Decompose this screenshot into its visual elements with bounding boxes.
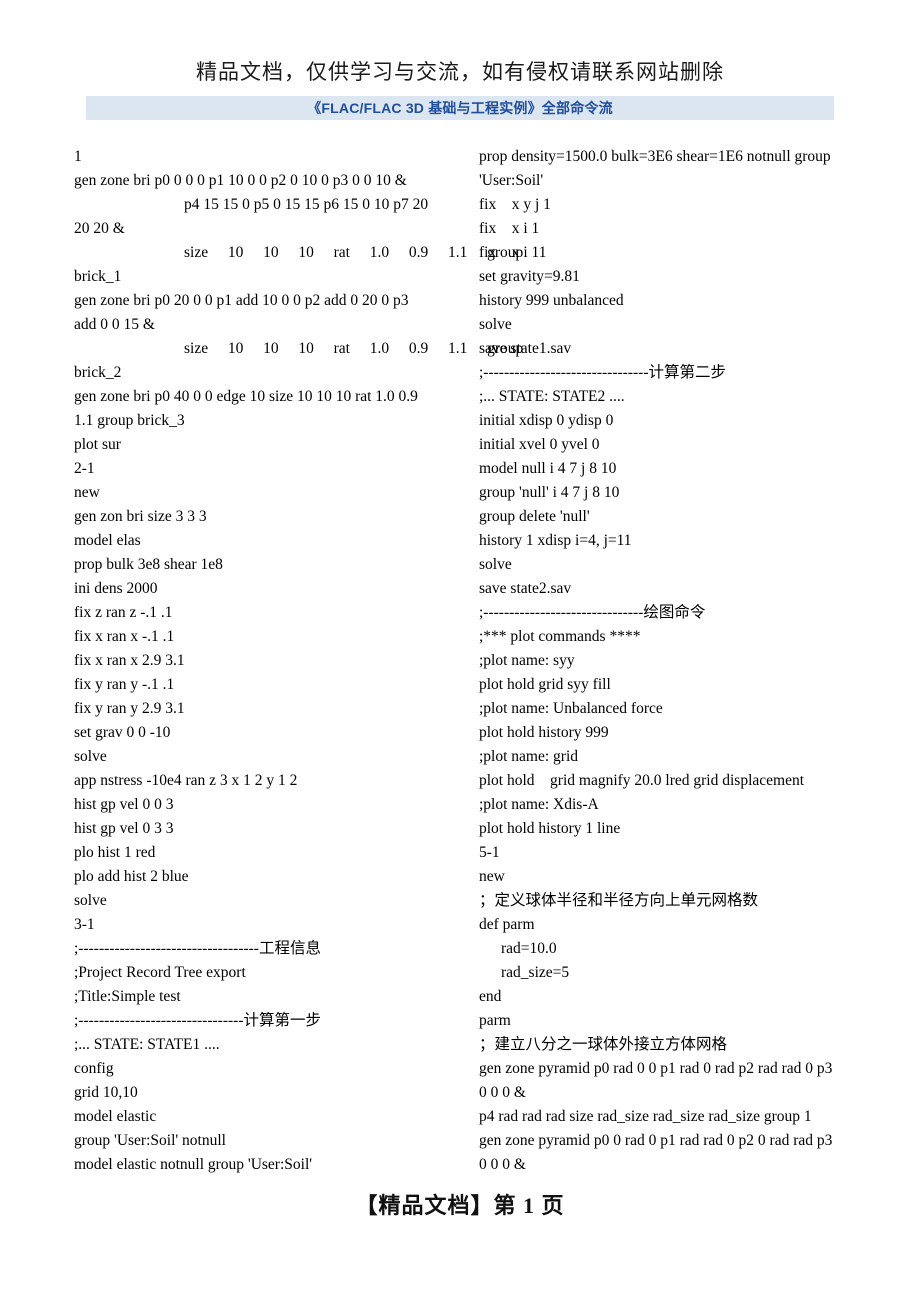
- code-line: 'User:Soil': [479, 172, 544, 189]
- code-line: group delete 'null': [479, 508, 590, 525]
- code-line: fix x i 1: [479, 220, 540, 237]
- code-line: size 10 10 10 rat 1.0 0.9 1.1 group: [184, 244, 524, 261]
- code-line: app nstress -10e4 ran z 3 x 1 2 y 1 2: [74, 772, 298, 789]
- code-line: grid 10,10: [74, 1084, 138, 1101]
- code-line: ;Project Record Tree export: [74, 964, 246, 981]
- code-line: ;... STATE: STATE2 ....: [479, 388, 625, 405]
- code-line: 0 0 0 &: [479, 1084, 526, 1101]
- code-line: group 'User:Soil' notnull: [74, 1132, 226, 1149]
- code-line: ;plot name: Unbalanced force: [479, 700, 663, 717]
- document-page: 精品文档，仅供学习与交流，如有侵权请联系网站删除 《FLAC/FLAC 3D 基…: [0, 0, 920, 1302]
- code-line: fix x y j 1: [479, 196, 551, 213]
- code-line: 1: [74, 148, 82, 165]
- code-line: 5-1: [479, 844, 500, 861]
- code-line: model elas: [74, 532, 141, 549]
- code-line: config: [74, 1060, 114, 1077]
- code-line: initial xdisp 0 ydisp 0: [479, 412, 614, 429]
- watermark-notice: 精品文档，仅供学习与交流，如有侵权请联系网站删除: [196, 60, 724, 84]
- code-line: history 1 xdisp i=4, j=11: [479, 532, 632, 549]
- code-line: prop bulk 3e8 shear 1e8: [74, 556, 223, 573]
- code-line: 3-1: [74, 916, 95, 933]
- code-line: ;--------------------------------计算第一步: [74, 1012, 321, 1029]
- body-columns: 1 gen zone bri p0 0 0 0 p1 10 0 0 p2 0 1…: [0, 145, 920, 1177]
- code-line: solve: [479, 316, 512, 333]
- code-line: initial xvel 0 yvel 0: [479, 436, 600, 453]
- code-line: fix x ran x 2.9 3.1: [74, 652, 185, 669]
- code-line: ;Title:Simple test: [74, 988, 181, 1005]
- document-title: 《FLAC/FLAC 3D 基础与工程实例》全部命令流: [307, 100, 613, 116]
- code-line: model elastic: [74, 1108, 157, 1125]
- code-line: hist gp vel 0 3 3: [74, 820, 174, 837]
- code-line: gen zone pyramid p0 0 rad 0 p1 rad rad 0…: [479, 1132, 833, 1149]
- code-line: history 999 unbalanced: [479, 292, 624, 309]
- code-line: ；建立八分之一球体外接立方体网格: [479, 1036, 728, 1053]
- code-line: gen zone bri p0 40 0 0 edge 10 size 10 1…: [74, 388, 418, 405]
- code-line: fix y ran y 2.9 3.1: [74, 700, 185, 717]
- code-line: gen zon bri size 3 3 3: [74, 508, 207, 525]
- code-line: ;plot name: grid: [479, 748, 579, 765]
- code-line: new: [479, 868, 505, 885]
- code-line: save state1.sav: [479, 340, 572, 357]
- code-line: ;*** plot commands ****: [479, 628, 641, 645]
- code-line: brick_1: [74, 268, 122, 285]
- code-line: solve: [74, 748, 107, 765]
- code-line: model null i 4 7 j 8 10: [479, 460, 617, 477]
- code-line: add 0 0 15 &: [74, 316, 155, 333]
- code-line: fix x ran x -.1 .1: [74, 628, 175, 645]
- left-column: 1 gen zone bri p0 0 0 0 p1 10 0 0 p2 0 1…: [74, 145, 524, 1177]
- right-column: prop density=1500.0 bulk=3E6 shear=1E6 n…: [479, 145, 869, 1177]
- code-line: 20 20 &: [74, 220, 125, 237]
- code-line: 2-1: [74, 460, 95, 477]
- code-line: solve: [479, 556, 512, 573]
- code-line: fix z ran z -.1 .1: [74, 604, 173, 621]
- code-line: brick_2: [74, 364, 122, 381]
- code-line: ;... STATE: STATE1 ....: [74, 1036, 220, 1053]
- code-line: gen zone bri p0 0 0 0 p1 10 0 0 p2 0 10 …: [74, 172, 407, 189]
- code-line: plo add hist 2 blue: [74, 868, 189, 885]
- code-line: ;plot name: syy: [479, 652, 575, 669]
- page-footer: 【精品文档】第 1 页: [355, 1193, 565, 1218]
- code-line: 0 0 0 &: [479, 1156, 526, 1173]
- code-line: set grav 0 0 -10: [74, 724, 171, 741]
- code-line: plo hist 1 red: [74, 844, 156, 861]
- code-line: ；定义球体半径和半径方向上单元网格数: [479, 892, 759, 909]
- code-line: plot hold grid magnify 20.0 lred grid di…: [479, 772, 805, 789]
- code-line: solve: [74, 892, 107, 909]
- code-line: ;plot name: Xdis-A: [479, 796, 599, 813]
- code-line: plot hold grid syy fill: [479, 676, 611, 693]
- code-line: save state2.sav: [479, 580, 572, 597]
- code-line: plot sur: [74, 436, 121, 453]
- code-line: parm: [479, 1012, 511, 1029]
- code-line: p4 15 15 0 p5 0 15 15 p6 15 0 10 p7 20: [184, 196, 429, 213]
- code-line: gen zone pyramid p0 rad 0 0 p1 rad 0 rad…: [479, 1060, 833, 1077]
- code-line: model elastic notnull group 'User:Soil': [74, 1156, 313, 1173]
- code-line: ;-------------------------------绘图命令: [479, 604, 706, 621]
- code-line: def parm: [479, 916, 535, 933]
- code-line: 1.1 group brick_3: [74, 412, 185, 429]
- code-line: plot hold history 1 line: [479, 820, 621, 837]
- code-line: gen zone bri p0 20 0 0 p1 add 10 0 0 p2 …: [74, 292, 409, 309]
- code-line: p4 rad rad rad size rad_size rad_size ra…: [479, 1108, 812, 1125]
- code-line: prop density=1500.0 bulk=3E6 shear=1E6 n…: [479, 148, 831, 165]
- code-line: size 10 10 10 rat 1.0 0.9 1.1 group: [184, 340, 524, 357]
- code-line: rad=10.0: [501, 940, 557, 957]
- code-line: rad_size=5: [501, 964, 570, 981]
- code-line: hist gp vel 0 0 3: [74, 796, 174, 813]
- code-line: set gravity=9.81: [479, 268, 580, 285]
- code-line: ;-----------------------------------工程信息: [74, 940, 321, 957]
- code-line: ini dens 2000: [74, 580, 158, 597]
- code-line: ;--------------------------------计算第二步: [479, 364, 726, 381]
- code-line: fix y ran y -.1 .1: [74, 676, 175, 693]
- code-line: new: [74, 484, 100, 501]
- code-line: plot hold history 999: [479, 724, 609, 741]
- code-line: group 'null' i 4 7 j 8 10: [479, 484, 620, 501]
- code-line: end: [479, 988, 502, 1005]
- code-line: fix x i 11: [479, 244, 547, 261]
- title-banner: 《FLAC/FLAC 3D 基础与工程实例》全部命令流: [86, 96, 834, 120]
